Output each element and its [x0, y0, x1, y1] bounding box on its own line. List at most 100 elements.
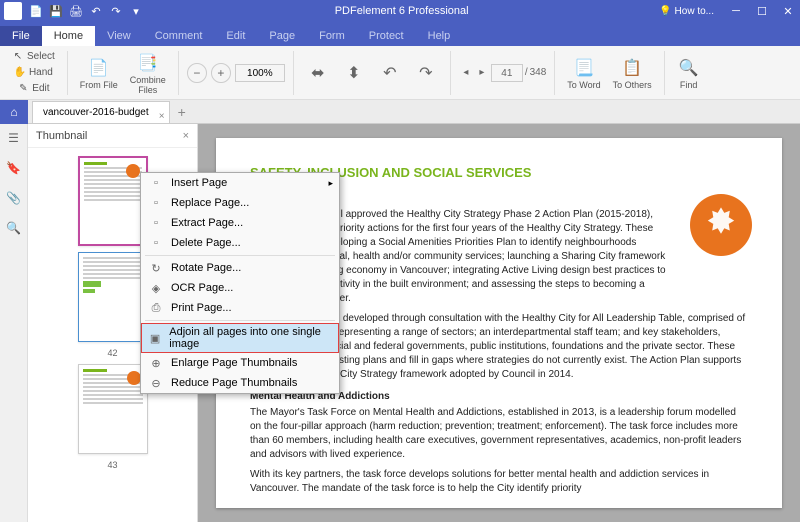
cursor-icon: ↖: [12, 51, 24, 63]
context-menu: ▫Insert Page▸ ▫Replace Page... ▫Extract …: [140, 172, 340, 394]
delete-icon: ▫: [149, 236, 163, 250]
close-tab-icon[interactable]: ×: [159, 106, 165, 128]
menu-separator: [145, 255, 335, 256]
edit-tool[interactable]: ✎Edit: [15, 81, 51, 96]
page-number-input[interactable]: 41: [491, 64, 523, 82]
menu-reduce-thumbnails[interactable]: ⊖Reduce Page Thumbnails: [141, 373, 339, 393]
separator: [450, 51, 451, 95]
fit-page-icon: ⬍: [342, 61, 366, 85]
enlarge-icon: ⊕: [149, 356, 163, 370]
page-icon: ▫: [149, 176, 163, 190]
menu-help[interactable]: Help: [416, 26, 463, 46]
find-button[interactable]: 🔍Find: [673, 54, 705, 92]
select-tool[interactable]: ↖Select: [10, 49, 57, 64]
document-icon: 📄: [87, 56, 111, 80]
separator: [178, 51, 179, 95]
menu-ocr-page[interactable]: ◈OCR Page...: [141, 278, 339, 298]
menu-adjoin-pages[interactable]: ▣Adjoin all pages into one single image: [141, 323, 339, 353]
prev-page-button[interactable]: ◂: [459, 64, 473, 82]
reduce-icon: ⊖: [149, 376, 163, 390]
menu-form[interactable]: Form: [307, 26, 357, 46]
to-others-button[interactable]: 📋To Others: [609, 54, 656, 92]
fit-width-icon: ⬌: [306, 61, 330, 85]
from-file-button[interactable]: 📄From File: [76, 54, 122, 92]
attachments-icon[interactable]: 📎: [6, 190, 22, 206]
app-logo: [4, 2, 22, 20]
menu-page[interactable]: Page: [257, 26, 307, 46]
hand-icon: ✋: [14, 67, 26, 79]
thumbnails-icon[interactable]: ☰: [6, 130, 22, 146]
ocr-icon: ◈: [149, 281, 163, 295]
title-bar: 📄 💾 🖨 ↶ ↷ ▾ PDFelement 6 Professional 💡 …: [0, 0, 800, 22]
menu-comment[interactable]: Comment: [143, 26, 215, 46]
menu-home[interactable]: Home: [42, 26, 95, 46]
menu-separator: [145, 320, 335, 321]
thumbnail-header: Thumbnail ×: [28, 124, 197, 148]
menu-file[interactable]: File: [0, 26, 42, 46]
how-to-link[interactable]: 💡 How to...: [659, 6, 714, 17]
thumbnail-item[interactable]: [78, 364, 148, 454]
menu-insert-page[interactable]: ▫Insert Page▸: [141, 173, 339, 193]
quick-access-toolbar: 📄 💾 🖨 ↶ ↷ ▾: [28, 3, 144, 19]
app-title: PDFelement 6 Professional: [144, 5, 659, 17]
fit-width-button[interactable]: ⬌: [302, 59, 334, 87]
zoom-in-button[interactable]: +: [211, 63, 231, 83]
qat-redo-icon[interactable]: ↷: [108, 3, 124, 19]
pencil-icon: ✎: [17, 83, 29, 95]
page-controls: ◂ ▸ 41 / 348: [459, 64, 546, 82]
body-text: The Mayor's Task Force on Mental Health …: [250, 406, 748, 462]
menu-view[interactable]: View: [95, 26, 143, 46]
menu-delete-page[interactable]: ▫Delete Page...: [141, 233, 339, 253]
separator: [293, 51, 294, 95]
print-icon: ⎙: [149, 301, 163, 315]
maximize-button[interactable]: ☐: [750, 1, 774, 21]
body-text: With its key partners, the task force de…: [250, 468, 748, 496]
zoom-value[interactable]: 100%: [235, 64, 285, 82]
zoom-out-button[interactable]: −: [187, 63, 207, 83]
menu-enlarge-thumbnails[interactable]: ⊕Enlarge Page Thumbnails: [141, 353, 339, 373]
page-total: 348: [530, 67, 547, 78]
minimize-button[interactable]: ─: [724, 1, 748, 21]
menu-bar: File Home View Comment Edit Page Form Pr…: [0, 22, 800, 46]
menu-print-page[interactable]: ⎙Print Page...: [141, 298, 339, 318]
menu-edit[interactable]: Edit: [214, 26, 257, 46]
new-tab-button[interactable]: +: [178, 104, 186, 120]
rotate-left-button[interactable]: ↶: [374, 59, 406, 87]
menu-extract-page[interactable]: ▫Extract Page...: [141, 213, 339, 233]
search-icon: 🔍: [677, 56, 701, 80]
next-page-button[interactable]: ▸: [475, 64, 489, 82]
thumbnail-item[interactable]: [78, 156, 148, 246]
qat-dropdown-icon[interactable]: ▾: [128, 3, 144, 19]
document-tab-label: vancouver-2016-budget: [43, 107, 149, 118]
bookmarks-icon[interactable]: 🔖: [6, 160, 22, 176]
window-controls: ─ ☐ ✕: [724, 1, 800, 21]
qat-open-icon[interactable]: 📄: [28, 3, 44, 19]
document-tab-bar: ⌂ vancouver-2016-budget × +: [0, 100, 800, 124]
ribbon: ↖Select ✋Hand ✎Edit 📄From File 📑Combine …: [0, 46, 800, 100]
separator: [664, 51, 665, 95]
convert-icon: 📋: [620, 56, 644, 80]
combine-files-button[interactable]: 📑Combine Files: [126, 49, 170, 97]
hands-circle-icon: [690, 194, 752, 256]
hand-tool[interactable]: ✋Hand: [12, 65, 55, 80]
home-tab-button[interactable]: ⌂: [0, 100, 28, 124]
to-word-button[interactable]: 📃To Word: [563, 54, 604, 92]
menu-protect[interactable]: Protect: [357, 26, 416, 46]
close-button[interactable]: ✕: [776, 1, 800, 21]
documents-icon: 📑: [136, 51, 160, 75]
menu-replace-page[interactable]: ▫Replace Page...: [141, 193, 339, 213]
fit-page-button[interactable]: ⬍: [338, 59, 370, 87]
document-tab[interactable]: vancouver-2016-budget ×: [32, 101, 170, 123]
rotate-right-button[interactable]: ↷: [410, 59, 442, 87]
menu-rotate-page[interactable]: ↻Rotate Page...: [141, 258, 339, 278]
page-separator: /: [525, 67, 528, 78]
qat-print-icon[interactable]: 🖨: [68, 3, 84, 19]
replace-icon: ▫: [149, 196, 163, 210]
thumbnail-item[interactable]: [78, 252, 148, 342]
ribbon-edit-tools: ↖Select ✋Hand ✎Edit: [8, 49, 59, 96]
qat-save-icon[interactable]: 💾: [48, 3, 64, 19]
rotate-left-icon: ↶: [378, 61, 402, 85]
search-panel-icon[interactable]: 🔍: [6, 220, 22, 236]
qat-undo-icon[interactable]: ↶: [88, 3, 104, 19]
close-panel-icon[interactable]: ×: [183, 130, 189, 142]
